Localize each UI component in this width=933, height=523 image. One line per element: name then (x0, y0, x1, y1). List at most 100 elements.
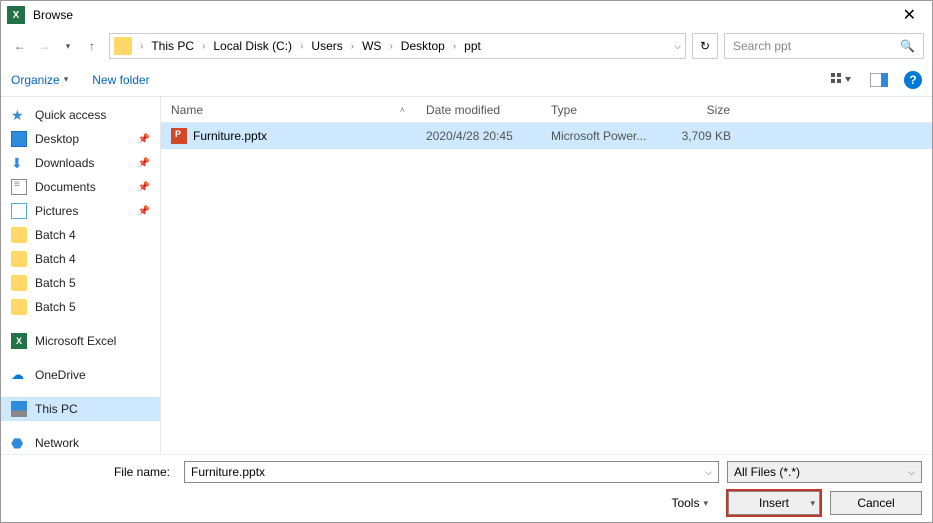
new-folder-label: New folder (92, 73, 149, 87)
chevron-down-icon: ⌵ (908, 467, 915, 478)
filetype-filter[interactable]: All Files (*.*) ⌵ (727, 461, 922, 483)
filename-combo[interactable]: ⌵ (184, 461, 719, 483)
file-row[interactable]: Furniture.pptx 2020/4/28 20:45Microsoft P… (161, 123, 932, 149)
powerpoint-file-icon (171, 128, 187, 144)
sidebar-item-quick-access[interactable]: ★Quick access (1, 103, 160, 127)
sidebar-item-label: Batch 4 (35, 252, 76, 266)
file-type: Microsoft Power... (541, 129, 661, 143)
cancel-label: Cancel (857, 496, 894, 510)
chevron-right-icon: › (138, 41, 145, 52)
forward-button[interactable]: → (33, 35, 55, 57)
chevron-down-icon[interactable]: ⌵ (705, 467, 712, 478)
breadcrumb[interactable]: › This PC › Local Disk (C:) › Users › WS… (109, 33, 686, 59)
breadcrumb-item[interactable]: Users (307, 37, 346, 55)
column-size[interactable]: Size (661, 103, 741, 117)
body: ★Quick accessDesktop📌⬇Downloads📌Document… (1, 97, 932, 455)
breadcrumb-item[interactable]: Desktop (397, 37, 449, 55)
file-pane: Name ˄ Date modified Type Size Furniture… (161, 97, 932, 455)
sidebar-item-batch-5[interactable]: Batch 5 (1, 295, 160, 319)
sidebar-item-documents[interactable]: Documents 📌 (1, 175, 160, 199)
excel-app-icon: X (7, 6, 25, 24)
up-button[interactable]: ↑ (81, 35, 103, 57)
sidebar-item-pictures[interactable]: Pictures 📌 (1, 199, 160, 223)
sidebar-item-label: OneDrive (35, 368, 86, 382)
sidebar-item-label: Microsoft Excel (35, 334, 116, 348)
sidebar-item-label: Desktop (35, 132, 79, 146)
folder-icon (114, 37, 132, 55)
chevron-right-icon: › (349, 41, 356, 52)
breadcrumb-item[interactable]: WS (358, 37, 385, 55)
help-button[interactable]: ? (904, 71, 922, 89)
file-name: Furniture.pptx (193, 129, 267, 143)
sidebar-item-label: Batch 4 (35, 228, 76, 242)
pin-icon: 📌 (138, 158, 150, 169)
pin-icon: 📌 (138, 182, 150, 193)
sidebar-item-label: Quick access (35, 108, 106, 122)
sidebar: ★Quick accessDesktop📌⬇Downloads📌Document… (1, 97, 161, 455)
breadcrumb-item[interactable]: This PC (147, 37, 198, 55)
nav-row: ← → ▾ ↑ › This PC › Local Disk (C:) › Us… (1, 29, 932, 63)
view-options-button[interactable] (828, 70, 854, 90)
column-type-label: Type (551, 103, 577, 117)
search-input[interactable] (733, 39, 900, 53)
bottom-panel: File name: ⌵ All Files (*.*) ⌵ Tools ▾ I… (1, 454, 932, 522)
sidebar-item-downloads[interactable]: ⬇Downloads📌 (1, 151, 160, 175)
column-date-label: Date modified (426, 103, 500, 117)
chevron-right-icon: › (451, 41, 458, 52)
chevron-down-icon: ▾ (703, 498, 708, 509)
sidebar-item-network[interactable]: ⬣Network (1, 431, 160, 455)
insert-split-arrow[interactable]: ▾ (810, 498, 815, 509)
refresh-button[interactable]: ↻ (692, 33, 718, 59)
column-name-label: Name (171, 103, 203, 117)
chevron-right-icon: › (200, 41, 207, 52)
sidebar-item-batch-4[interactable]: Batch 4 (1, 223, 160, 247)
nav-arrows: ← → ▾ ↑ (9, 35, 103, 57)
filename-input[interactable] (191, 465, 705, 479)
breadcrumb-dropdown[interactable]: ⌵ (674, 41, 681, 52)
sidebar-item-label: Documents (35, 180, 96, 194)
insert-button[interactable]: Insert ▾ (728, 491, 820, 515)
sidebar-item-label: This PC (35, 402, 78, 416)
file-list: Furniture.pptx 2020/4/28 20:45Microsoft P… (161, 123, 932, 455)
breadcrumb-item[interactable]: Local Disk (C:) (209, 37, 296, 55)
sidebar-item-batch-5[interactable]: Batch 5 (1, 271, 160, 295)
filename-label: File name: (11, 465, 176, 479)
search-icon: 🔍 (900, 39, 915, 53)
sort-indicator-icon: ˄ (400, 105, 405, 115)
pin-icon: 📌 (138, 206, 150, 217)
filename-row: File name: ⌵ All Files (*.*) ⌵ (1, 455, 932, 489)
organize-label: Organize (11, 73, 60, 87)
new-folder-button[interactable]: New folder (92, 73, 149, 87)
chevron-right-icon: › (298, 41, 305, 52)
sidebar-item-label: Pictures (35, 204, 78, 218)
file-size: 3,709 KB (661, 129, 741, 143)
sidebar-item-microsoft-excel[interactable]: Microsoft Excel (1, 329, 160, 353)
column-date[interactable]: Date modified (416, 103, 541, 117)
column-size-label: Size (707, 103, 730, 117)
recent-dropdown[interactable]: ▾ (57, 35, 79, 57)
insert-label: Insert (759, 496, 789, 510)
column-name[interactable]: Name ˄ (161, 103, 416, 117)
organize-menu[interactable]: Organize ▾ (11, 73, 68, 87)
search-box[interactable]: 🔍 (724, 33, 924, 59)
sidebar-item-label: Downloads (35, 156, 94, 170)
window-title: Browse (33, 8, 73, 22)
titlebar: X Browse ✕ (1, 1, 932, 29)
preview-pane-button[interactable] (866, 70, 892, 90)
column-headers: Name ˄ Date modified Type Size (161, 97, 932, 123)
back-button[interactable]: ← (9, 35, 31, 57)
sidebar-item-label: Batch 5 (35, 276, 76, 290)
pin-icon: 📌 (138, 134, 150, 145)
filter-label: All Files (*.*) (734, 465, 800, 479)
tools-menu[interactable]: Tools ▾ (671, 496, 708, 510)
sidebar-item-batch-4[interactable]: Batch 4 (1, 247, 160, 271)
cancel-button[interactable]: Cancel (830, 491, 922, 515)
breadcrumb-item[interactable]: ppt (460, 37, 485, 55)
column-type[interactable]: Type (541, 103, 661, 117)
sidebar-item-this-pc[interactable]: This PC (1, 397, 160, 421)
sidebar-item-onedrive[interactable]: ☁OneDrive (1, 363, 160, 387)
sidebar-item-desktop[interactable]: Desktop 📌 (1, 127, 160, 151)
close-button[interactable]: ✕ (893, 5, 926, 25)
chevron-down-icon: ▾ (64, 74, 69, 85)
file-date: 2020/4/28 20:45 (416, 129, 541, 143)
